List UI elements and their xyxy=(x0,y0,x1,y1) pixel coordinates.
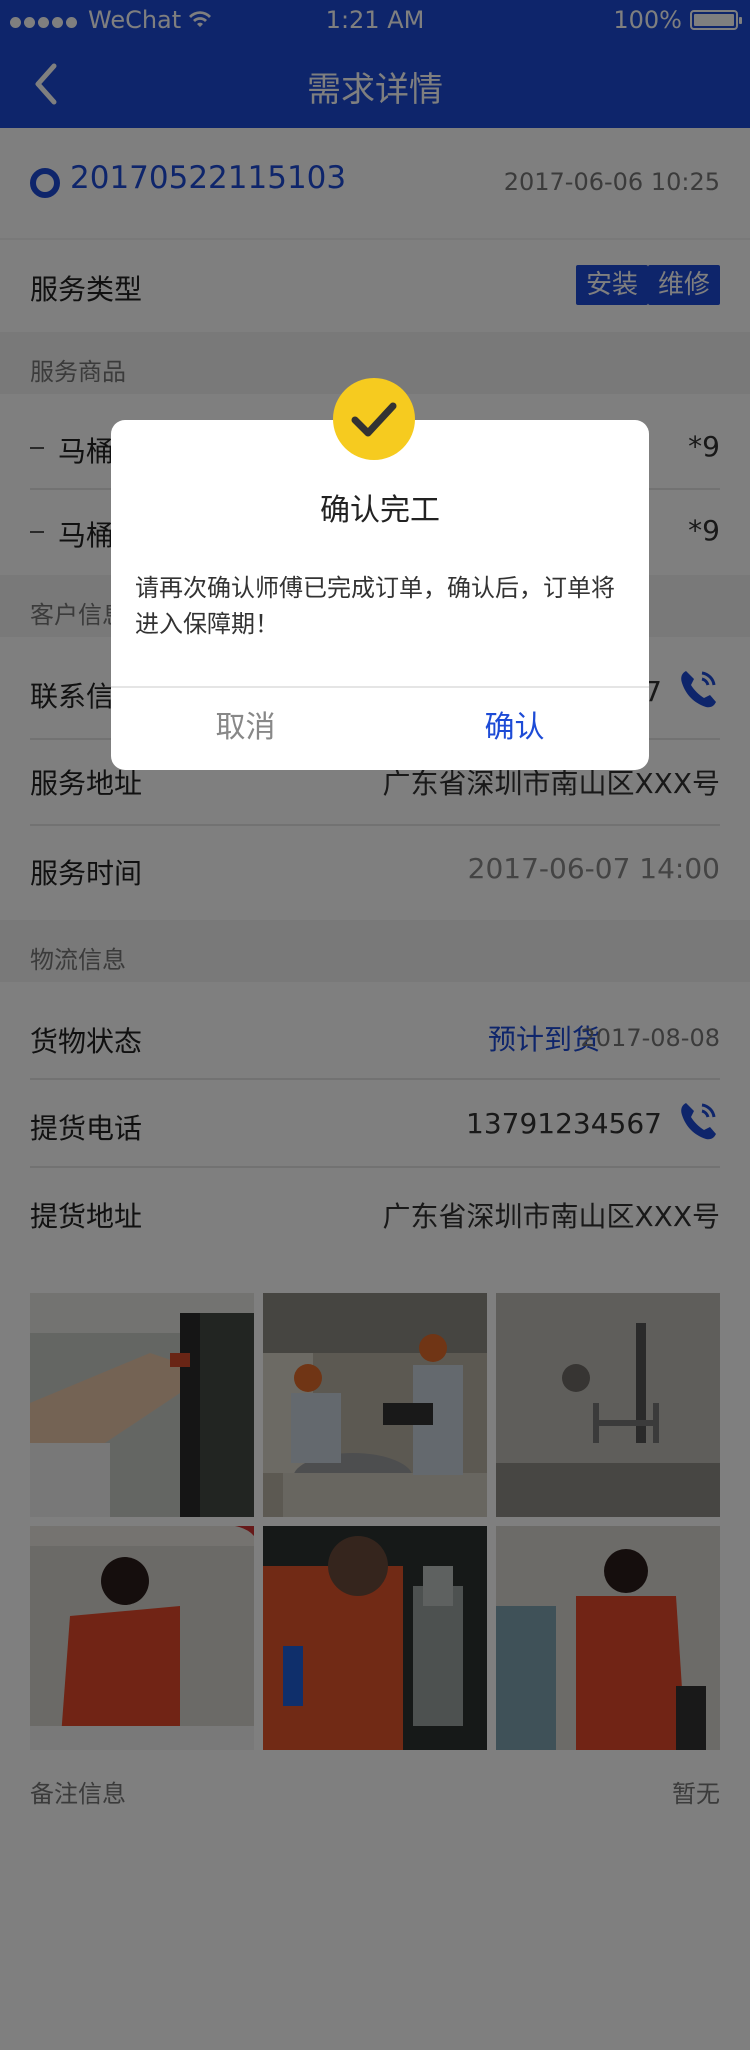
cancel-button[interactable]: 取消 xyxy=(111,702,380,746)
confirm-complete-dialog: 确认完工 请再次确认师傅已完成订单，确认后，订单将进入保障期！ 取消 确认 xyxy=(111,420,649,770)
modal-backdrop[interactable] xyxy=(0,0,750,2050)
confirm-button[interactable]: 确认 xyxy=(380,702,649,746)
checkmark-icon xyxy=(333,378,415,460)
dialog-message: 请再次确认师傅已完成订单，确认后，订单将进入保障期！ xyxy=(135,574,615,638)
dialog-title: 确认完工 xyxy=(320,493,440,528)
dialog-divider xyxy=(111,686,649,688)
